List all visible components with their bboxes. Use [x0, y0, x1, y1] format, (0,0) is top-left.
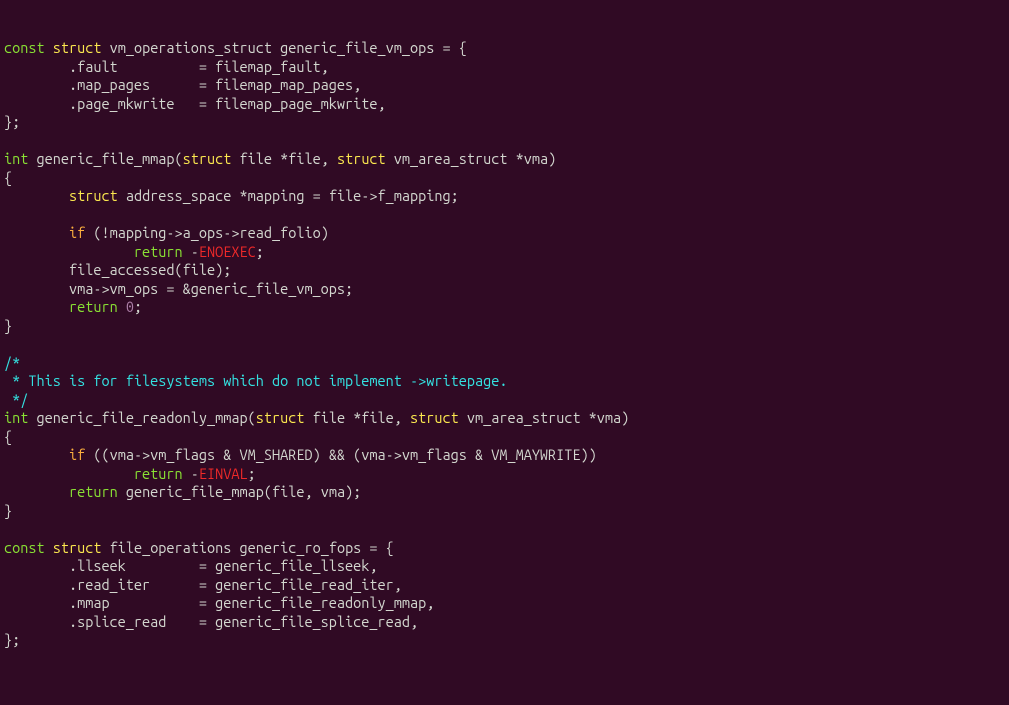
code-text: vm_area_struct *vma) [386, 150, 557, 167]
keyword-const: const [4, 539, 45, 556]
keyword-return: return [69, 298, 118, 315]
code-text: generic_file_readonly_mmap( [28, 409, 255, 426]
code-text [4, 187, 69, 204]
code-text: { [4, 169, 12, 186]
code-text: (!mapping->a_ops->read_folio) [85, 224, 329, 241]
code-text [4, 243, 134, 260]
keyword-if: if [69, 224, 85, 241]
keyword-if: if [69, 446, 85, 463]
code-text: .page_mkwrite = filemap_page_mkwrite, [4, 95, 386, 112]
keyword-struct: struct [256, 409, 305, 426]
comment-line: * This is for filesystems which do not i… [4, 372, 507, 389]
keyword-return: return [134, 243, 183, 260]
code-text: .mmap = generic_file_readonly_mmap, [4, 594, 434, 611]
keyword-const: const [4, 39, 45, 56]
code-text: ; [134, 298, 142, 315]
code-text: file *file, [304, 409, 410, 426]
comment-line: /* [4, 354, 20, 371]
code-text [4, 483, 69, 500]
code-text: .splice_read = generic_file_splice_read, [4, 613, 418, 630]
code-text [118, 298, 126, 315]
error-const: ENOEXEC [199, 243, 256, 260]
code-text: } [4, 502, 12, 519]
comment-line: */ [4, 391, 28, 408]
code-text: file_accessed(file); [4, 261, 231, 278]
code-text: generic_file_mmap(file, vma); [118, 483, 362, 500]
keyword-int: int [4, 150, 28, 167]
keyword-struct: struct [69, 187, 118, 204]
code-text: }; [4, 113, 20, 130]
code-text [4, 298, 69, 315]
code-text: { [4, 428, 12, 445]
code-text [4, 224, 69, 241]
code-text: - [183, 465, 199, 482]
code-text: vm_operations_struct generic_file_vm_ops… [101, 39, 466, 56]
code-text: - [183, 243, 199, 260]
code-text: ((vma->vm_flags & VM_SHARED) && (vma->vm… [85, 446, 597, 463]
code-text: .fault = filemap_fault, [4, 58, 329, 75]
code-text [4, 446, 69, 463]
keyword-struct: struct [337, 150, 386, 167]
code-text [4, 465, 134, 482]
keyword-return: return [134, 465, 183, 482]
code-text: file *file, [231, 150, 337, 167]
keyword-struct: struct [410, 409, 459, 426]
code-text: ; [248, 465, 256, 482]
code-text: }; [4, 631, 20, 648]
error-const: EINVAL [199, 465, 248, 482]
keyword-int: int [4, 409, 28, 426]
code-text: vm_area_struct *vma) [459, 409, 630, 426]
code-text: vma->vm_ops = &generic_file_vm_ops; [4, 280, 353, 297]
code-text: generic_file_mmap( [28, 150, 182, 167]
keyword-struct: struct [53, 539, 102, 556]
code-text: file_operations generic_ro_fops = { [101, 539, 393, 556]
code-text: .read_iter = generic_file_read_iter, [4, 576, 402, 593]
keyword-struct: struct [53, 39, 102, 56]
numeric-literal: 0 [126, 298, 134, 315]
keyword-return: return [69, 483, 118, 500]
code-text: .llseek = generic_file_llseek, [4, 557, 378, 574]
keyword-struct: struct [183, 150, 232, 167]
code-text: .map_pages = filemap_map_pages, [4, 76, 361, 93]
code-viewer[interactable]: const struct vm_operations_struct generi… [4, 39, 1005, 650]
code-text: address_space *mapping = file->f_mapping… [118, 187, 459, 204]
code-text: ; [256, 243, 264, 260]
code-text: } [4, 317, 12, 334]
